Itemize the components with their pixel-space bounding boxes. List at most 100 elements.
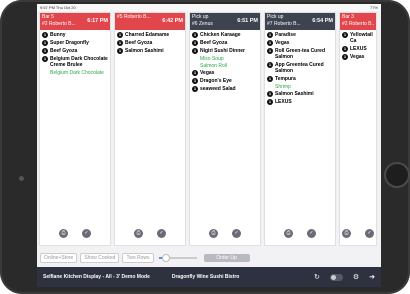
order-item[interactable]: 1 LEXUS bbox=[342, 46, 374, 52]
item-quantity-badge: 1 bbox=[117, 48, 123, 54]
logout-icon[interactable]: ➔ bbox=[369, 273, 375, 281]
bottom-bar-actions: ↻ ⚙ ➔ bbox=[314, 273, 375, 281]
item-quantity-badge: 1 bbox=[192, 40, 198, 46]
online-store-button[interactable]: Online+Store bbox=[40, 253, 78, 263]
item-name: Paradise bbox=[275, 32, 296, 38]
order-item[interactable]: 1 Roll Green-tea Cured Salmon bbox=[267, 48, 333, 60]
ticket-card[interactable]: Pick up #6 Zenus 6:51 PM 1 Chicken Karaage 1 B… bbox=[189, 12, 261, 246]
ticket-items: 1 Charred Edamame 1 Beef Gyoza 1 Salmon Sashi… bbox=[115, 30, 185, 58]
item-name: Nigiri Sushi Dinner bbox=[200, 48, 246, 54]
gear-icon[interactable]: ⚙ bbox=[353, 273, 359, 281]
item-quantity-badge: 1 bbox=[117, 32, 123, 38]
venue-name: Dragonfly Wine Sushi Bistro bbox=[171, 274, 240, 280]
ticket-actions: ⎙ ✓ bbox=[340, 229, 376, 238]
order-item[interactable]: 1 Charred Edamame bbox=[117, 32, 183, 38]
order-item[interactable]: 1 seaweed Salad bbox=[192, 86, 258, 92]
camera bbox=[19, 176, 24, 181]
item-name: Super Dragonfly bbox=[50, 40, 89, 46]
check-icon[interactable]: ✓ bbox=[82, 229, 91, 238]
ticket-card[interactable]: Pick up #7 Roberto B... 6:54 PM 1 Paradise 1 V… bbox=[264, 12, 336, 246]
item-name: Vegas bbox=[275, 40, 290, 46]
print-icon[interactable]: ⎙ bbox=[209, 229, 218, 238]
order-item[interactable]: 1 Paradise bbox=[267, 32, 333, 38]
item-name: Vegas bbox=[350, 54, 365, 60]
item-quantity-badge: 1 bbox=[192, 86, 198, 92]
item-name: Bunny bbox=[50, 32, 66, 38]
item-name: Tempura bbox=[275, 76, 296, 82]
item-name: LEXUS bbox=[275, 99, 292, 105]
order-item[interactable]: 1 Dragon's Eye bbox=[192, 78, 258, 84]
ticket-card[interactable]: Bar 5 #2 Roberto B... 6:17 PM 1 Bunny 1 Super … bbox=[39, 12, 111, 246]
order-item[interactable]: 1 App Greentea Cured Salmon bbox=[267, 62, 333, 74]
ticket-actions: ⎙ ✓ bbox=[40, 229, 110, 238]
order-item[interactable]: 1 Vegas bbox=[342, 54, 374, 60]
ticket-time: 6:42 PM bbox=[162, 18, 183, 24]
two-rows-button[interactable]: Two Rows bbox=[122, 253, 154, 263]
show-cooked-button[interactable]: Show Cooked bbox=[80, 253, 120, 263]
order-item[interactable]: 1 Nigiri Sushi Dinner bbox=[192, 48, 258, 54]
order-item[interactable]: 1 LEXUS bbox=[267, 99, 333, 105]
item-modifier: Shrimp bbox=[275, 84, 291, 90]
order-item[interactable]: 1 Beef Gyoza bbox=[117, 40, 183, 46]
order-item[interactable]: 1 Super Dragonfly bbox=[42, 40, 108, 46]
check-icon[interactable]: ✓ bbox=[232, 229, 241, 238]
ticket-customer: #2 Roberto B... bbox=[342, 21, 374, 27]
item-name: Dragon's Eye bbox=[200, 78, 232, 84]
order-up-button[interactable]: Order Up bbox=[203, 254, 250, 262]
order-item[interactable]: 1 Beef Gyoza bbox=[42, 48, 108, 54]
ticket-items: 1 Chicken Karaage 1 Beef Gyoza 1 Nigiri Sushi… bbox=[190, 30, 260, 96]
ticket-card[interactable]: #5 Roberto B... 6:42 PM 1 Charred Edamame 1 B… bbox=[114, 12, 186, 246]
item-quantity-badge: 1 bbox=[42, 32, 48, 38]
item-quantity-badge: 1 bbox=[342, 46, 348, 52]
mode-toggle[interactable] bbox=[329, 273, 343, 281]
ticket-header: Bar 5 #2 Roberto B... 6:17 PM bbox=[40, 13, 110, 30]
check-icon[interactable]: ✓ bbox=[365, 229, 374, 238]
slider-knob[interactable] bbox=[162, 254, 171, 262]
print-icon[interactable]: ⎙ bbox=[59, 229, 68, 238]
print-icon[interactable]: ⎙ bbox=[284, 229, 293, 238]
item-name: Charred Edamame bbox=[125, 32, 170, 38]
order-item[interactable]: 1 Vegas bbox=[192, 70, 258, 76]
item-name: App Greentea Cured Salmon bbox=[275, 62, 324, 74]
ticket-actions: ⎙ ✓ bbox=[265, 229, 335, 238]
item-name: seaweed Salad bbox=[200, 86, 236, 92]
ticket-card[interactable]: Bar 3 #2 Roberto B... 1 Yellowtail Ca 1 LEXUS… bbox=[339, 12, 377, 246]
item-modifier: Belgium Dark Chocolate bbox=[50, 70, 104, 76]
order-item[interactable]: 1 Vegas bbox=[267, 40, 333, 46]
ticket-header: Pick up #7 Roberto B... 6:54 PM bbox=[265, 13, 335, 30]
print-icon[interactable]: ⎙ bbox=[342, 229, 351, 238]
order-item[interactable]: 1 Salmon Sashimi bbox=[267, 91, 333, 97]
order-item[interactable]: 1 Beef Gyoza bbox=[192, 40, 258, 46]
print-icon[interactable]: ⎙ bbox=[134, 229, 143, 238]
ticket-header: Bar 3 #2 Roberto B... bbox=[340, 13, 376, 30]
item-quantity-badge: 1 bbox=[342, 54, 348, 60]
check-icon[interactable]: ✓ bbox=[157, 229, 166, 238]
order-item[interactable]: 1 Bunny bbox=[42, 32, 108, 38]
order-item[interactable]: 1 Belgium Dark Chocolate Creme Brulee bbox=[42, 56, 108, 68]
order-item[interactable]: 1 Salmon Sashimi bbox=[117, 48, 183, 54]
item-name: Yellowtail Ca bbox=[350, 32, 373, 44]
item-name: Belgium Dark Chocolate Creme Brulee bbox=[50, 56, 108, 68]
ticket-time: 6:54 PM bbox=[312, 18, 333, 24]
order-item[interactable]: 1 Chicken Karaage bbox=[192, 32, 258, 38]
order-item[interactable]: 1 Yellowtail Ca bbox=[342, 32, 374, 44]
item-name: Beef Gyoza bbox=[125, 40, 153, 46]
size-slider[interactable] bbox=[158, 254, 197, 262]
refresh-icon[interactable]: ↻ bbox=[314, 273, 320, 281]
item-quantity-badge: 1 bbox=[267, 99, 273, 105]
item-name: Roll Green-tea Cured Salmon bbox=[275, 48, 326, 60]
home-button[interactable] bbox=[384, 162, 410, 188]
toolbar: Online+Store Show Cooked Two Rows Order … bbox=[37, 252, 381, 264]
item-name: Salmon Sashimi bbox=[275, 91, 314, 97]
check-icon[interactable]: ✓ bbox=[307, 229, 316, 238]
item-name: Vegas bbox=[200, 70, 215, 76]
ticket-actions: ⎙ ✓ bbox=[190, 229, 260, 238]
item-name: Salmon Sashimi bbox=[125, 48, 164, 54]
item-quantity-badge: 1 bbox=[192, 32, 198, 38]
order-item[interactable]: 1 Tempura bbox=[267, 76, 333, 82]
ticket-items: 1 Yellowtail Ca 1 LEXUS 1 Vegas bbox=[340, 30, 376, 64]
item-name: Beef Gyoza bbox=[200, 40, 228, 46]
ticket-order-type: Bar 3 bbox=[342, 14, 354, 20]
status-time: 9:57 PM Thu Oct 20 bbox=[40, 5, 76, 10]
item-modifier: Salmon Roll bbox=[200, 63, 227, 69]
